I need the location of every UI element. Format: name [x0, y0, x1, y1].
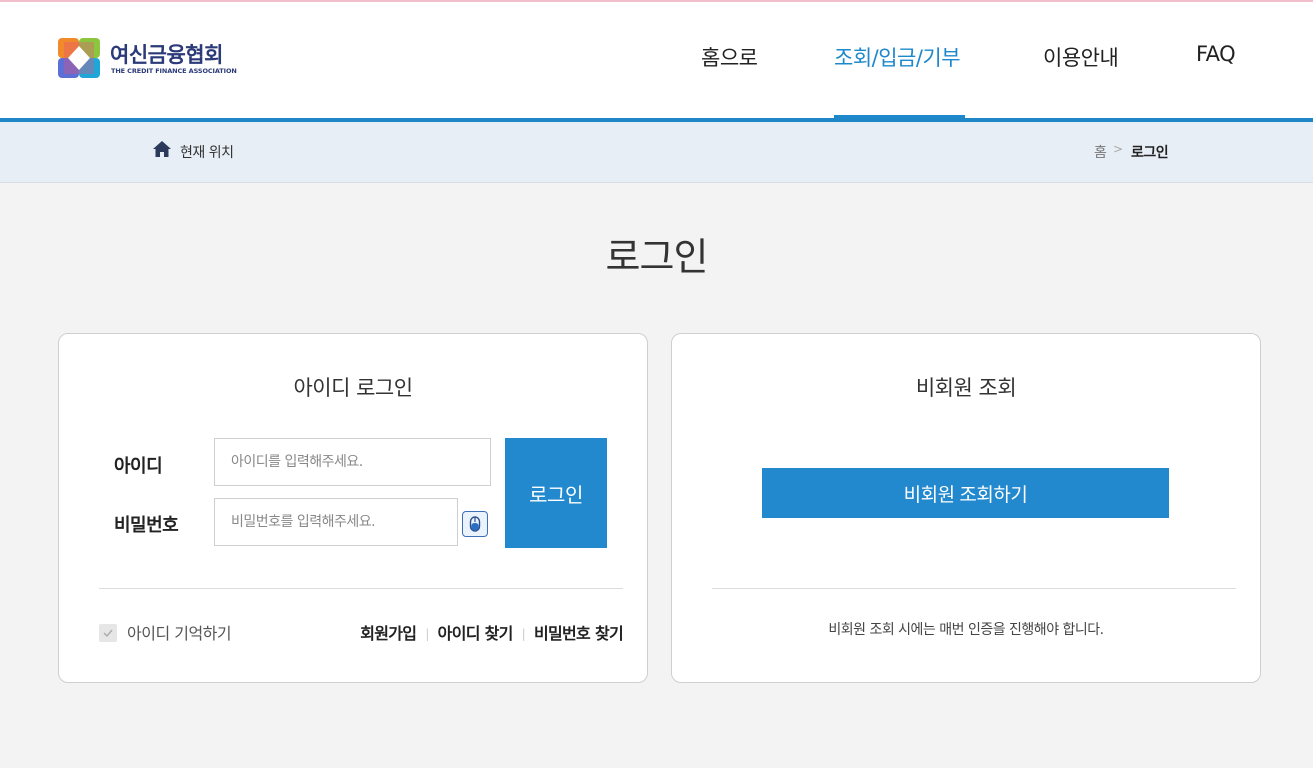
remember-id-label: 아이디 기억하기	[127, 624, 232, 643]
login-button[interactable]: 로그인	[505, 438, 607, 548]
id-login-card: 아이디 로그인 아이디 비밀번호 로그인 아이디 기억하기 회원가입 | 아이디 찾…	[58, 333, 648, 683]
link-separator: |	[425, 627, 429, 641]
page-title: 로그인	[605, 235, 709, 279]
logo[interactable]: 여신금융협회 THE CREDIT FINANCE ASSOCIATION	[58, 38, 238, 80]
find-id-link[interactable]: 아이디 찾기	[438, 624, 514, 643]
nav-home[interactable]: 홈으로	[701, 42, 758, 72]
find-password-link[interactable]: 비밀번호 찾기	[534, 624, 624, 643]
signup-link[interactable]: 회원가입	[360, 624, 417, 643]
nav-faq[interactable]: FAQ	[1196, 42, 1236, 66]
logo-name: 여신금융협회	[110, 43, 223, 67]
link-separator: |	[521, 627, 526, 641]
breadcrumb-home[interactable]: 홈	[1094, 142, 1107, 162]
id-login-divider	[99, 588, 623, 589]
id-input[interactable]	[214, 438, 491, 486]
site-header: 여신금융협회 THE CREDIT FINANCE ASSOCIATION 홈으…	[0, 2, 1313, 119]
location-bar: 현재 위치 홈 > 로그인	[0, 122, 1313, 183]
remember-id[interactable]: 아이디 기억하기	[99, 620, 232, 644]
guest-inquiry-card: 비회원 조회 비회원 조회하기 비회원 조회 시에는 매번 인증을 진행해야 합…	[671, 333, 1261, 683]
id-login-title: 아이디 로그인	[293, 376, 413, 400]
virtual-keyboard-button[interactable]	[462, 511, 488, 537]
breadcrumb-current: 로그인	[1131, 145, 1169, 161]
account-links: 회원가입 | 아이디 찾기 | 비밀번호 찾기	[360, 620, 623, 644]
check-icon	[103, 629, 113, 638]
home-icon	[153, 141, 171, 157]
nav-inquiry-deposit-donation[interactable]: 조회/입금/기부	[834, 42, 961, 72]
guest-inquiry-title: 비회원 조회	[915, 376, 1017, 400]
id-label: 아이디	[114, 456, 163, 477]
logo-mark-icon	[58, 38, 100, 78]
guest-divider	[712, 588, 1236, 589]
password-label: 비밀번호	[114, 515, 179, 536]
nav-guide[interactable]: 이용안내	[1043, 42, 1119, 72]
guest-inquiry-note: 비회원 조회 시에는 매번 인증을 진행해야 합니다.	[828, 622, 1104, 638]
location-label: 현재 위치	[180, 145, 234, 161]
logo-subtitle: THE CREDIT FINANCE ASSOCIATION	[111, 67, 237, 75]
virtual-keyboard-icon	[469, 516, 481, 532]
breadcrumb-separator: >	[1113, 142, 1124, 156]
remember-id-checkbox[interactable]	[99, 624, 117, 642]
password-input[interactable]	[214, 498, 458, 546]
guest-inquiry-button[interactable]: 비회원 조회하기	[762, 468, 1169, 518]
